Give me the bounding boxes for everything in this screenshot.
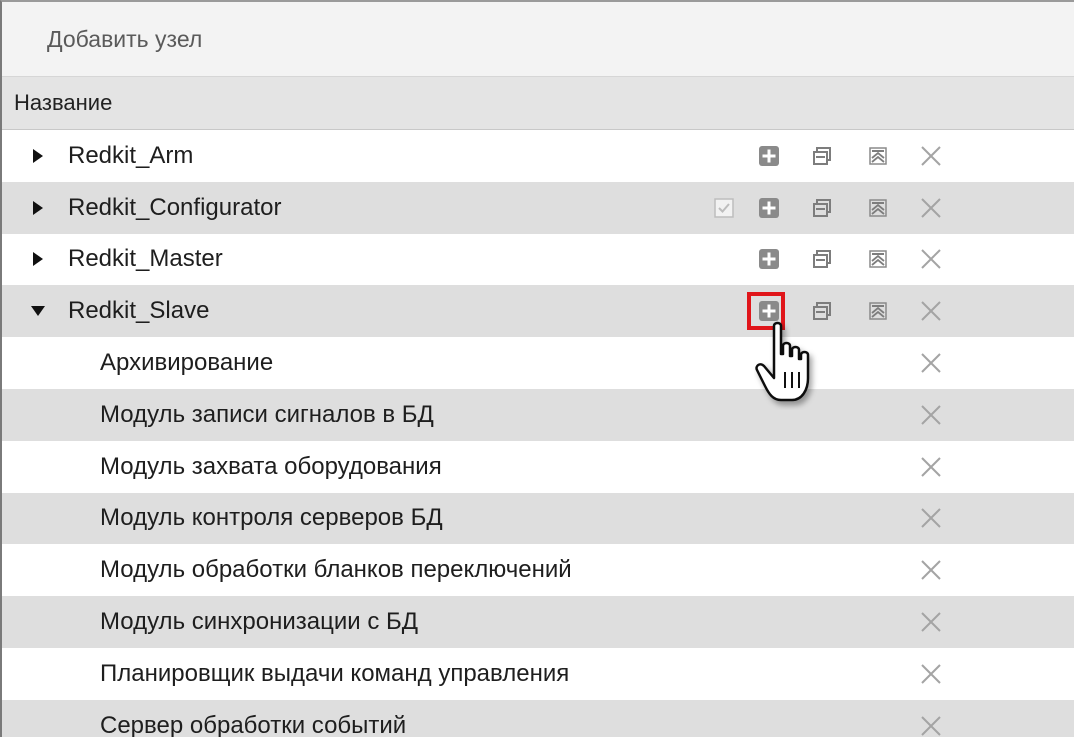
- node-label: Redkit_Slave: [68, 297, 210, 325]
- child-label: Архивирование: [100, 349, 274, 377]
- child-row[interactable]: Модуль записи сигналов в БД: [2, 388, 1074, 441]
- add-child-icon[interactable]: [757, 196, 781, 220]
- delete-icon[interactable]: [919, 196, 943, 220]
- child-row[interactable]: Планировщик выдачи команд управления: [2, 647, 1074, 700]
- tree-node-row[interactable]: Redkit_Configurator: [2, 181, 1074, 234]
- tree-node-row[interactable]: Redkit_Master: [2, 233, 1074, 286]
- toolbar: Добавить узел: [2, 2, 1074, 77]
- child-row[interactable]: Сервер обработки событий: [2, 699, 1074, 737]
- expand-arrow-icon[interactable]: [30, 200, 46, 216]
- add-child-icon[interactable]: [757, 144, 781, 168]
- column-header-name[interactable]: Название: [2, 77, 1074, 130]
- child-row[interactable]: Модуль синхронизации с БД: [2, 596, 1074, 648]
- delete-icon[interactable]: [919, 299, 943, 323]
- node-label: Redkit_Master: [68, 245, 223, 273]
- delete-icon[interactable]: [919, 144, 943, 168]
- child-row[interactable]: Модуль захвата оборудования: [2, 440, 1074, 493]
- collapse-arrow-icon[interactable]: [30, 303, 46, 319]
- duplicate-icon[interactable]: [810, 144, 834, 168]
- move-up-icon[interactable]: [866, 144, 890, 168]
- delete-icon[interactable]: [919, 558, 943, 582]
- tree-node-row[interactable]: Redkit_Slave: [2, 285, 1074, 338]
- checkbox-icon[interactable]: [712, 196, 736, 220]
- duplicate-icon[interactable]: [810, 196, 834, 220]
- child-label: Модуль синхронизации с БД: [100, 608, 418, 636]
- duplicate-icon[interactable]: [810, 247, 834, 271]
- move-up-icon[interactable]: [866, 299, 890, 323]
- add-node-button[interactable]: Добавить узел: [41, 20, 208, 59]
- delete-icon[interactable]: [919, 247, 943, 271]
- child-row[interactable]: Модуль контроля серверов БД: [2, 492, 1074, 545]
- node-label: Redkit_Arm: [68, 141, 194, 169]
- child-label: Модуль контроля серверов БД: [100, 504, 443, 532]
- add-child-icon[interactable]: [757, 247, 781, 271]
- tree-list: Redkit_Arm Redkit_Configurator Redkit_Ma…: [2, 130, 1074, 737]
- delete-icon[interactable]: [919, 714, 943, 737]
- delete-icon[interactable]: [919, 455, 943, 479]
- expand-arrow-icon[interactable]: [30, 251, 46, 267]
- delete-icon[interactable]: [919, 403, 943, 427]
- child-label: Сервер обработки событий: [100, 711, 407, 737]
- child-row[interactable]: Модуль обработки бланков переключений: [2, 544, 1074, 597]
- child-label: Модуль обработки бланков переключений: [100, 556, 572, 584]
- delete-icon[interactable]: [919, 610, 943, 634]
- expand-arrow-icon[interactable]: [30, 148, 46, 164]
- move-up-icon[interactable]: [866, 196, 890, 220]
- child-label: Модуль записи сигналов в БД: [100, 400, 434, 428]
- duplicate-icon[interactable]: [810, 299, 834, 323]
- delete-icon[interactable]: [919, 662, 943, 686]
- tree-node-row[interactable]: Redkit_Arm: [2, 130, 1074, 182]
- add-child-icon[interactable]: [757, 299, 781, 323]
- delete-icon[interactable]: [919, 351, 943, 375]
- child-label: Модуль захвата оборудования: [100, 452, 442, 480]
- delete-icon[interactable]: [919, 506, 943, 530]
- move-up-icon[interactable]: [866, 247, 890, 271]
- nodes-panel: Добавить узел Название Redkit_Arm Redkit…: [0, 0, 1074, 737]
- node-label: Redkit_Configurator: [68, 193, 282, 221]
- child-row[interactable]: Архивирование: [2, 337, 1074, 389]
- child-label: Планировщик выдачи команд управления: [100, 659, 570, 687]
